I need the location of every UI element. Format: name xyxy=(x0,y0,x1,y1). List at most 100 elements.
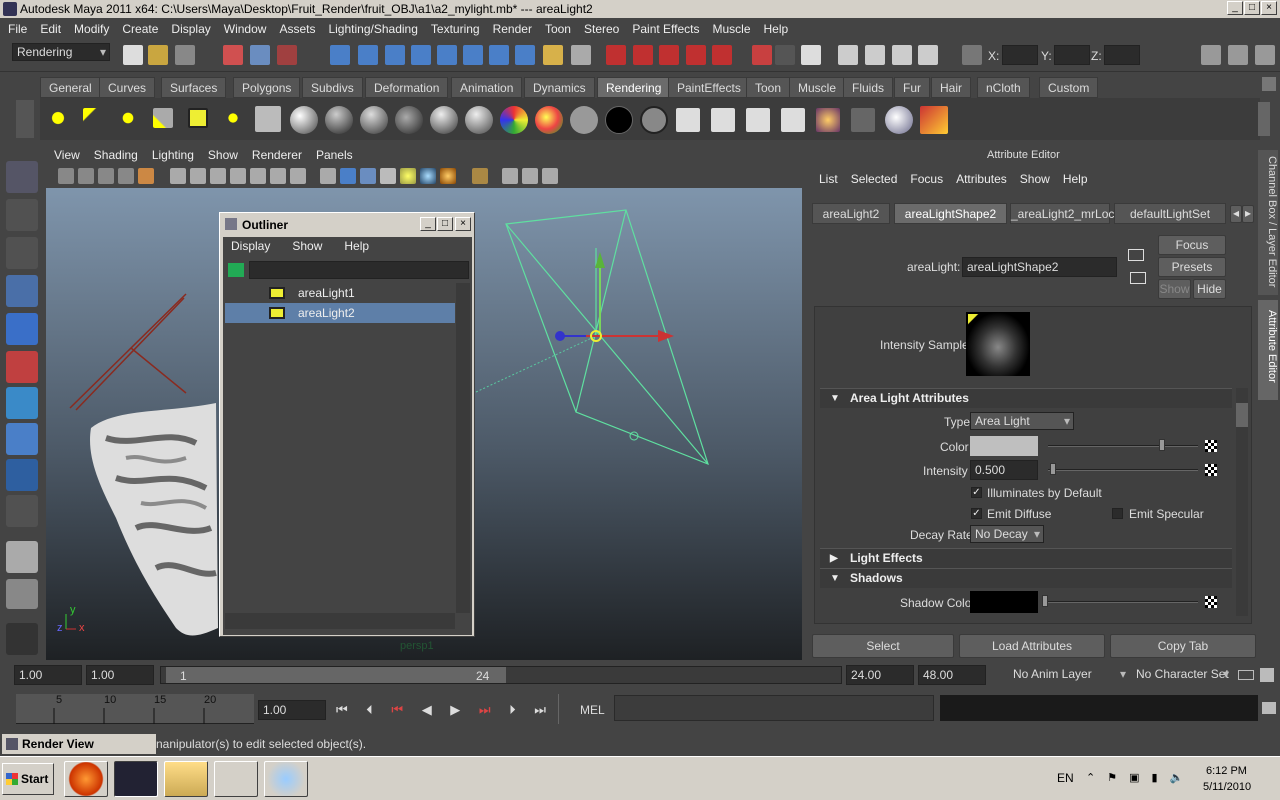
transform-mode-icon[interactable] xyxy=(962,45,982,65)
phong-shader-icon[interactable] xyxy=(430,106,458,134)
shadow-color-map-button-icon[interactable] xyxy=(1205,596,1217,608)
shelf-tab-fluids[interactable]: Fluids xyxy=(843,77,894,98)
safe-action-icon[interactable] xyxy=(270,168,286,184)
ae-tab-arealight2[interactable]: areaLight2 xyxy=(812,203,890,224)
snap-view-icon[interactable] xyxy=(411,45,431,65)
go-to-end-icon[interactable]: ⏭ xyxy=(534,702,546,720)
snap-surface-icon[interactable] xyxy=(437,45,457,65)
intensity-field[interactable]: 0.500 xyxy=(970,460,1038,480)
maximize-button[interactable]: □ xyxy=(1244,1,1260,15)
preferences-icon[interactable] xyxy=(1260,668,1274,682)
color-swatch[interactable] xyxy=(970,436,1038,456)
shelf-tab-dynamics[interactable]: Dynamics xyxy=(524,77,595,98)
panel-menu-lighting[interactable]: Lighting xyxy=(152,148,194,166)
ae-input-connection-icon[interactable] xyxy=(1128,249,1144,261)
intensity-slider-knob[interactable] xyxy=(1050,463,1056,475)
hypershade-shelf-icon[interactable] xyxy=(816,108,840,132)
shading-map-icon[interactable] xyxy=(640,106,668,134)
ae-tab-right-icon[interactable]: ▸ xyxy=(1242,205,1254,223)
end-time-field[interactable]: 24.00 xyxy=(846,665,914,685)
render-frame-icon[interactable] xyxy=(606,45,626,65)
ae-menu-help[interactable]: Help xyxy=(1063,172,1088,190)
menu-painteffects[interactable]: Paint Effects xyxy=(632,22,699,36)
show-manip-icon[interactable] xyxy=(6,459,38,491)
ae-node-name-field[interactable]: areaLightShape2 xyxy=(962,257,1117,277)
shelf-tab-polygons[interactable]: Polygons xyxy=(233,77,301,98)
attr-toggle-icon[interactable] xyxy=(1255,45,1275,65)
blinn-shader-icon[interactable] xyxy=(360,106,388,134)
panel-menu-shading[interactable]: Shading xyxy=(94,148,138,166)
construction-icon[interactable] xyxy=(489,45,509,65)
shelf-tab-ncloth[interactable]: nCloth xyxy=(977,77,1030,98)
select-mode-icon[interactable] xyxy=(571,45,591,65)
shelf-tab-hair[interactable]: Hair xyxy=(931,77,972,98)
ambient-light-icon[interactable] xyxy=(48,108,68,128)
section-shadows[interactable]: ▼ Shadows xyxy=(820,568,1232,588)
decay-rate-dropdown[interactable]: No Decay xyxy=(970,525,1044,543)
panel-menu-show[interactable]: Show xyxy=(208,148,238,166)
select-component-icon[interactable] xyxy=(277,45,297,65)
rotate-tool-icon[interactable] xyxy=(6,313,38,345)
sidebar-toggle-icon[interactable] xyxy=(1201,45,1221,65)
step-forward-key-icon[interactable]: ⏭ xyxy=(479,702,491,720)
render-settings-shelf-icon[interactable] xyxy=(781,108,805,132)
step-back-key-icon[interactable]: ⏮ xyxy=(391,702,403,720)
color-slider-knob[interactable] xyxy=(1158,439,1165,451)
grid-icon[interactable] xyxy=(170,168,186,184)
ae-menu-selected[interactable]: Selected xyxy=(851,172,898,190)
hypershade-icon[interactable] xyxy=(686,45,706,65)
ae-hide-button[interactable]: Hide xyxy=(1193,279,1226,299)
shelf-tab-rendering[interactable]: Rendering xyxy=(597,77,671,98)
outliner-menu-show[interactable]: Show xyxy=(292,239,322,257)
input-line-icon[interactable] xyxy=(752,45,772,65)
menu-assets[interactable]: Assets xyxy=(279,22,315,36)
shelf-tab-surfaces[interactable]: Surfaces xyxy=(161,77,227,98)
camera-icon[interactable] xyxy=(255,106,281,132)
outliner-layout-icon[interactable] xyxy=(6,623,38,655)
key-icon[interactable] xyxy=(1238,670,1254,680)
anim-layer-dropdown[interactable]: No Anim Layer xyxy=(1009,666,1129,684)
clock-date[interactable]: 5/11/2010 xyxy=(1203,781,1251,793)
use-all-lights-icon[interactable] xyxy=(420,168,436,184)
emit-specular-checkbox[interactable] xyxy=(1112,508,1123,519)
paint-brush-icon[interactable] xyxy=(920,106,948,134)
move-tool-icon[interactable] xyxy=(6,275,38,307)
ae-tab-defaultlightset[interactable]: defaultLightSet xyxy=(1114,203,1226,224)
shelf-scroll[interactable] xyxy=(1258,102,1270,136)
outliner-close-button[interactable]: × xyxy=(455,217,471,231)
ae-menu-list[interactable]: List xyxy=(819,172,838,190)
menu-muscle[interactable]: Muscle xyxy=(713,22,751,36)
outliner-item-arealight1[interactable]: areaLight1 xyxy=(225,283,455,303)
batch-render-icon[interactable] xyxy=(746,108,770,132)
outliner-search-field[interactable] xyxy=(249,261,469,279)
render-view-minimized[interactable]: Render View xyxy=(2,734,156,754)
outliner-item-arealight2[interactable]: areaLight2 xyxy=(225,303,455,323)
soft-mod-icon[interactable] xyxy=(6,423,38,455)
save-scene-icon[interactable] xyxy=(175,45,195,65)
outliner-filter-icon[interactable] xyxy=(228,263,244,277)
shelf-tab-general[interactable]: General xyxy=(40,77,101,98)
color-slider[interactable] xyxy=(1048,445,1198,447)
type-dropdown[interactable]: Area Light xyxy=(970,412,1074,430)
side-tab-channel-box[interactable]: Channel Box / Layer Editor xyxy=(1258,150,1278,295)
show-channel-box-icon[interactable] xyxy=(892,45,912,65)
select-tool-icon[interactable] xyxy=(6,161,38,193)
character-set-dropdown[interactable]: No Character Set xyxy=(1132,666,1232,684)
layered-shader-icon[interactable] xyxy=(535,106,563,134)
current-time-field[interactable]: 1.00 xyxy=(258,700,326,720)
paint-icon[interactable] xyxy=(264,761,308,797)
panel-menu-panels[interactable]: Panels xyxy=(316,148,353,166)
movie-maker-icon[interactable] xyxy=(214,761,258,797)
paint-scene-icon[interactable] xyxy=(885,106,913,134)
step-back-icon[interactable]: ⏴ xyxy=(366,702,373,720)
start-time-field[interactable]: 1.00 xyxy=(14,665,82,685)
wireframe-icon[interactable] xyxy=(320,168,336,184)
select-hierarchy-icon[interactable] xyxy=(223,45,243,65)
area-light-icon[interactable] xyxy=(188,108,208,128)
outliner-maximize-button[interactable]: □ xyxy=(437,217,453,231)
smooth-shade-icon[interactable] xyxy=(340,168,356,184)
trash-icon[interactable] xyxy=(1262,77,1276,91)
ae-show-button[interactable]: Show xyxy=(1158,279,1191,299)
menu-edit[interactable]: Edit xyxy=(40,22,61,36)
new-scene-icon[interactable] xyxy=(123,45,143,65)
